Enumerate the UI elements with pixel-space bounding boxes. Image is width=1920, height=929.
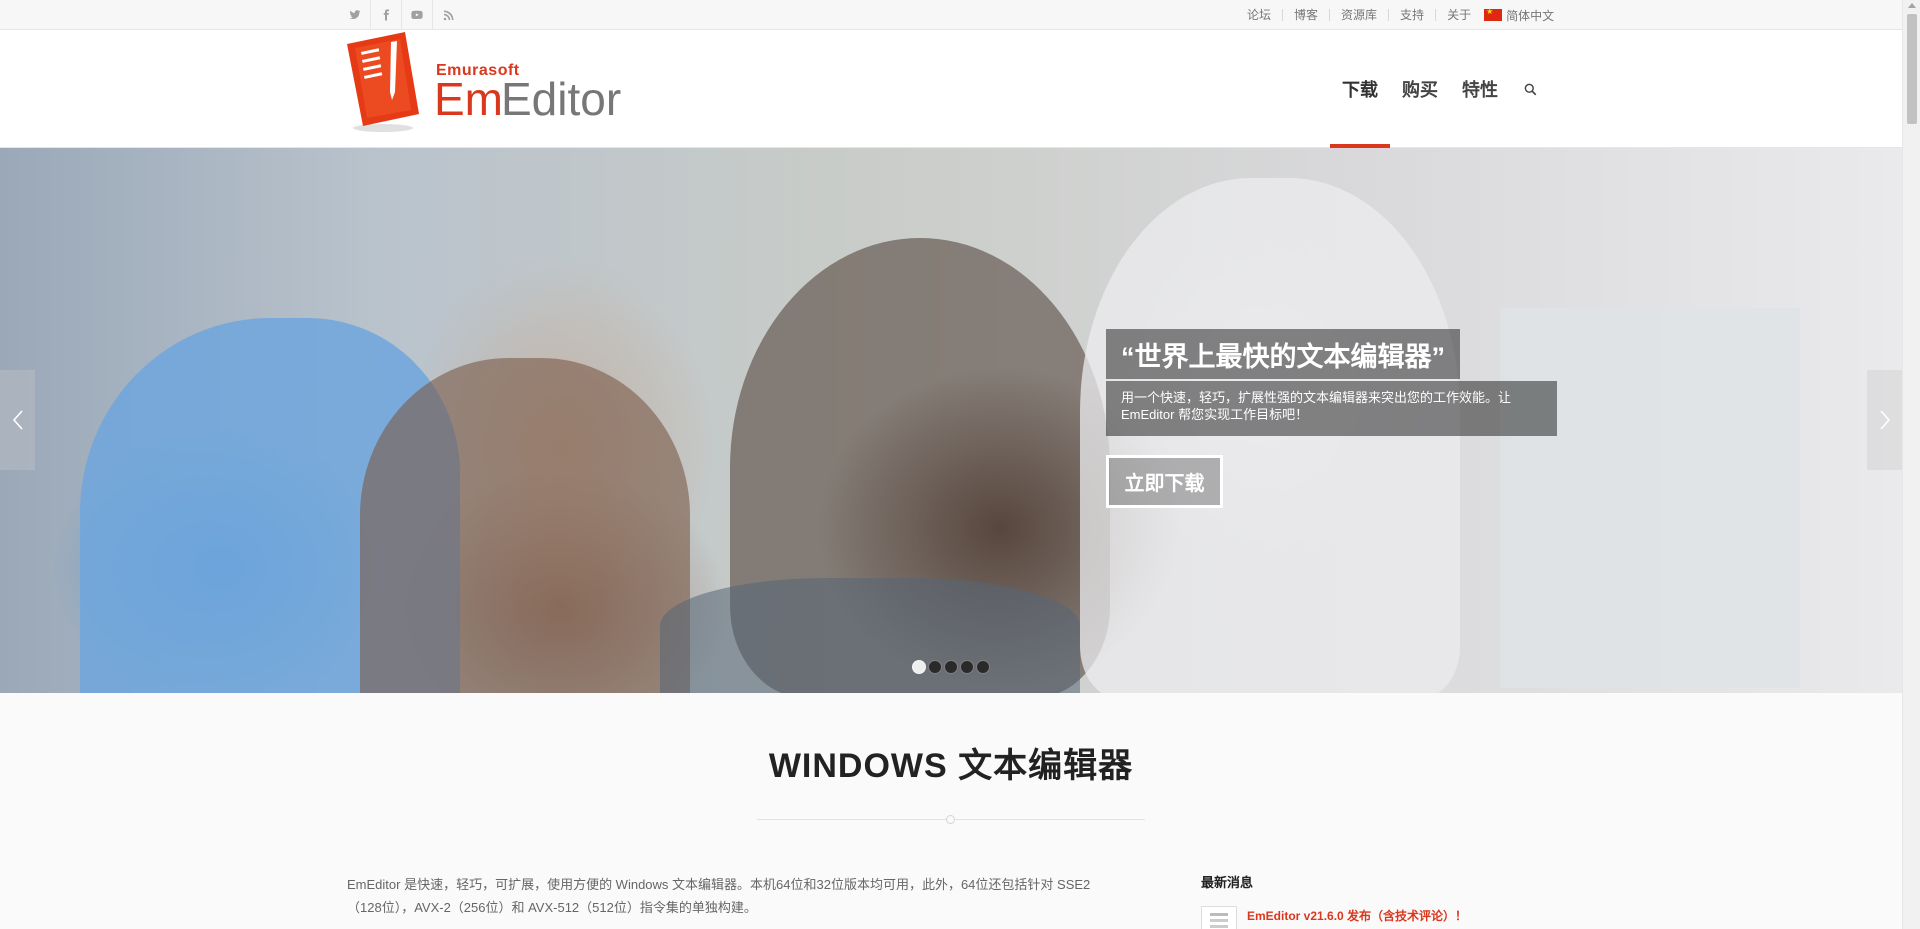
hero-photo-monitors	[1500, 308, 1800, 688]
top-utility-bar: 论坛 博客 资源库 支持 关于 简体中文	[0, 0, 1902, 30]
divider-ornament	[946, 815, 955, 824]
slider-dot-2[interactable]	[928, 660, 942, 674]
social-links	[340, 0, 464, 30]
news-thumbnail	[1201, 906, 1237, 929]
facebook-icon	[383, 9, 389, 21]
slider-dots	[912, 660, 990, 674]
top-link-blog[interactable]: 博客	[1283, 9, 1331, 21]
main-header: Emurasoft Em Editor 下载 购买 特性	[0, 30, 1902, 148]
logo-editor: Editor	[501, 73, 622, 125]
hero-photo-person-5	[660, 578, 1080, 693]
chevron-right-icon	[1879, 410, 1890, 430]
download-now-button[interactable]: 立即下载	[1106, 455, 1223, 508]
nav-download[interactable]: 下载	[1330, 30, 1390, 148]
hero-photo-person-2	[360, 358, 690, 693]
intro-line-2: （128位），AVX-2（256位）和 AVX-512（512位）指令集的单独构…	[347, 900, 757, 915]
section-title: WINDOWS 文本编辑器	[768, 747, 1134, 785]
slider-dot-5[interactable]	[976, 660, 990, 674]
intro-line-1: EmEditor 是快速，轻巧，可扩展，使用方便的 Windows 文本编辑器。…	[347, 877, 1091, 892]
twitter-link[interactable]	[340, 0, 371, 30]
notebook-pen-logo-icon	[347, 32, 419, 132]
top-links: 论坛 博客 资源库 支持 关于 简体中文	[1236, 0, 1554, 30]
logo-em: Em	[434, 73, 503, 125]
nav-buy[interactable]: 购买	[1390, 30, 1450, 148]
slider-dot-1[interactable]	[912, 660, 926, 674]
rss-link[interactable]	[433, 0, 464, 30]
news-item[interactable]: EmEditor v21.6.0 发布（含技术评论）！	[1201, 906, 1467, 929]
emeditor-logo[interactable]: Emurasoft Em Editor	[345, 30, 625, 134]
hero-title: “世界上最快的文本编辑器”	[1106, 329, 1460, 379]
slider-prev-button[interactable]	[0, 370, 35, 470]
slider-next-button[interactable]	[1867, 370, 1902, 470]
top-link-forum[interactable]: 论坛	[1236, 9, 1284, 21]
hero-text: 用一个快速，轻巧，扩展性强的文本编辑器来突出您的工作效能。让 EmEditor …	[1106, 381, 1557, 436]
rss-icon	[443, 10, 453, 21]
main-nav: 下载 购买 特性	[1330, 30, 1551, 148]
page-scrollbar[interactable]	[1902, 0, 1920, 929]
hero-slider: “世界上最快的文本编辑器” 用一个快速，轻巧，扩展性强的文本编辑器来突出您的工作…	[0, 148, 1902, 693]
top-link-about[interactable]: 关于	[1436, 9, 1482, 21]
language-selector[interactable]: 简体中文	[1484, 7, 1554, 24]
youtube-link[interactable]	[402, 0, 433, 30]
language-label: 简体中文	[1506, 8, 1555, 23]
news-heading: 最新消息	[1201, 875, 1254, 890]
news-link[interactable]: EmEditor v21.6.0 发布（含技术评论）！	[1247, 907, 1467, 924]
nav-features[interactable]: 特性	[1450, 30, 1510, 148]
slider-dot-4[interactable]	[960, 660, 974, 674]
scrollbar-thumb[interactable]	[1907, 14, 1917, 124]
top-link-support[interactable]: 支持	[1389, 9, 1437, 21]
search-icon	[1524, 83, 1537, 95]
intro-paragraph: EmEditor 是快速，轻巧，可扩展，使用方便的 Windows 文本编辑器。…	[347, 873, 1117, 919]
top-link-library[interactable]: 资源库	[1330, 9, 1390, 21]
facebook-link[interactable]	[371, 0, 402, 30]
china-flag-icon	[1484, 7, 1503, 21]
scroll-up-arrow-icon[interactable]	[1908, 3, 1916, 8]
twitter-icon	[349, 10, 361, 20]
slider-dot-3[interactable]	[944, 660, 958, 674]
youtube-icon	[411, 10, 423, 19]
chevron-left-icon	[12, 410, 23, 430]
search-button[interactable]	[1510, 83, 1551, 96]
